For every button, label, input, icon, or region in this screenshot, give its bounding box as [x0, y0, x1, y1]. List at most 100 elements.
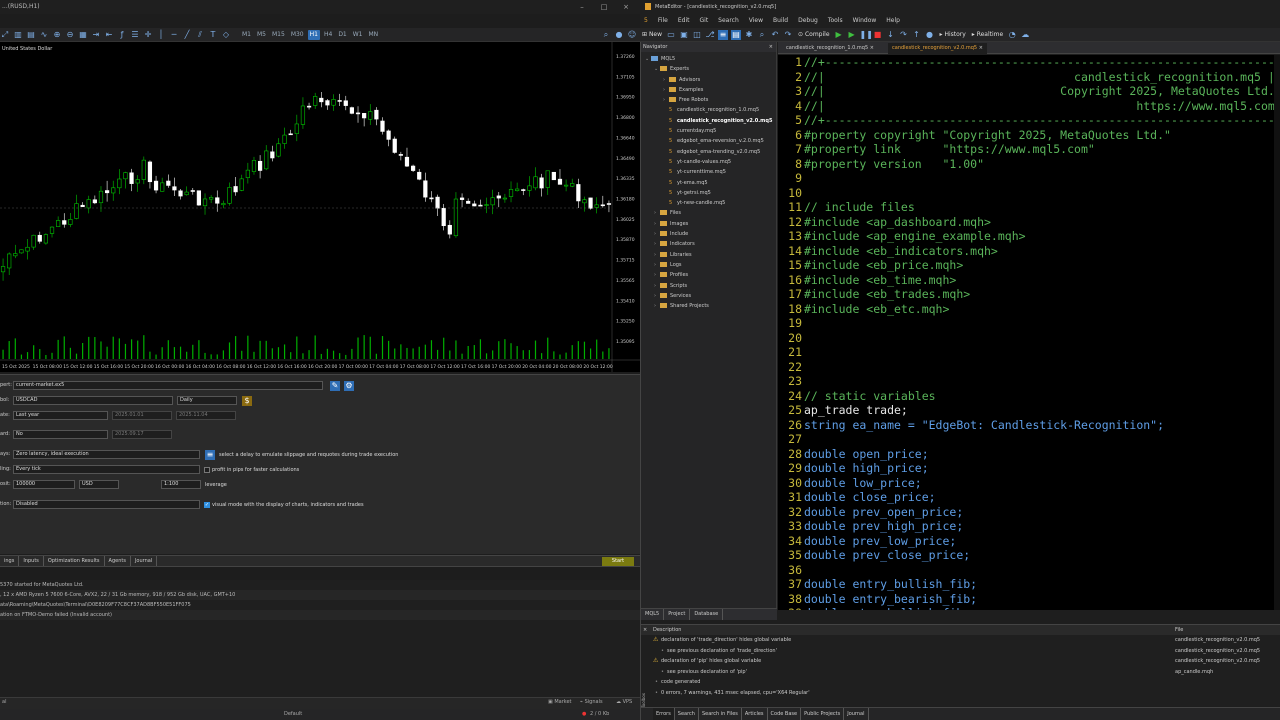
- optimization-select[interactable]: Disabled: [13, 500, 200, 509]
- timeframe-m30[interactable]: M30: [289, 30, 306, 40]
- date-from-field[interactable]: 2025.01.01: [112, 411, 172, 420]
- zoom-in-icon[interactable]: ⊕: [52, 30, 62, 40]
- menu-help[interactable]: Help: [881, 14, 905, 28]
- line-chart-icon[interactable]: ∿: [39, 30, 49, 40]
- navigator-folder[interactable]: › Scripts: [641, 281, 776, 291]
- styler-icon[interactable]: ✱: [744, 30, 754, 40]
- navigator-folder[interactable]: ⌄ Experts: [641, 64, 776, 74]
- file-tab[interactable]: candlestick_recognition_1.0.mq5 ×: [782, 43, 878, 54]
- forward-select[interactable]: No: [13, 430, 108, 439]
- community-icon[interactable]: ☁: [1020, 30, 1030, 40]
- error-row[interactable]: • see previous declaration of 'pip' ap_can…: [641, 667, 1280, 678]
- timeframe-w1[interactable]: W1: [351, 30, 365, 40]
- navigator-file[interactable]: 5 candlestick_recognition_1.0.mq5: [641, 105, 776, 115]
- start-button[interactable]: Start: [602, 557, 634, 566]
- tab-search-in-files[interactable]: Search in Files: [699, 708, 742, 720]
- edit-expert-icon[interactable]: ✎: [330, 381, 340, 391]
- timeframe-h1[interactable]: H1: [307, 29, 320, 40]
- navigator-folder[interactable]: › Indicators: [641, 239, 776, 249]
- navigator-folder[interactable]: › Advisors: [641, 75, 776, 85]
- market-link[interactable]: ▣ Market: [548, 699, 572, 705]
- menu-edit[interactable]: Edit: [673, 14, 695, 28]
- error-row[interactable]: • code generated: [641, 677, 1280, 688]
- menu-tools[interactable]: Tools: [823, 14, 848, 28]
- error-row[interactable]: • 0 errors, 7 warnings, 431 msec elapsed,…: [641, 688, 1280, 699]
- autoscroll-icon[interactable]: ⇥: [91, 30, 101, 40]
- open-icon[interactable]: ▭: [666, 30, 676, 40]
- deposit-field[interactable]: 100000: [13, 480, 75, 489]
- navigator-file[interactable]: 5 candlestick_recognition_v2.0.mq5: [641, 116, 776, 126]
- tab-inputs[interactable]: Inputs: [19, 556, 44, 566]
- templates-icon[interactable]: ☰: [130, 30, 140, 40]
- close-icon[interactable]: ×: [620, 2, 632, 12]
- cursor-icon[interactable]: ⤢: [0, 30, 10, 40]
- error-row[interactable]: ⚠ declaration of 'pip' hides global varia…: [641, 656, 1280, 667]
- timeframe-h4[interactable]: H4: [322, 30, 334, 40]
- timeframe-m5[interactable]: M5: [255, 30, 268, 40]
- tab-journal-editor[interactable]: Journal: [844, 708, 869, 720]
- navigator-folder[interactable]: › Services: [641, 291, 776, 301]
- navigator-folder[interactable]: › Examples: [641, 85, 776, 95]
- currency-select[interactable]: USD: [79, 480, 119, 489]
- crosshair-icon[interactable]: ✛: [143, 30, 153, 40]
- find-icon[interactable]: ⌕: [757, 30, 767, 40]
- menu-file[interactable]: File: [653, 14, 673, 28]
- date-to-field[interactable]: 2025.11.04: [176, 411, 236, 420]
- timeframe-m1[interactable]: M1: [240, 30, 253, 40]
- menu-git[interactable]: Git: [695, 14, 714, 28]
- grid-icon[interactable]: ▦: [78, 30, 88, 40]
- close-navigator-icon[interactable]: ×: [769, 42, 776, 52]
- navigator-file[interactable]: 5 edgebot_ema-reversion_v.2.0.mq5: [641, 136, 776, 146]
- timeframe-m15[interactable]: M15: [270, 30, 287, 40]
- realtime-button[interactable]: ▸ Realtime: [970, 30, 1005, 40]
- menu-search[interactable]: Search: [713, 14, 744, 28]
- channel-icon[interactable]: ⫽: [195, 30, 205, 40]
- menu-view[interactable]: View: [744, 14, 768, 28]
- search-icon[interactable]: ⌕: [601, 30, 611, 40]
- tab-optimization-results[interactable]: Optimization Results: [44, 556, 105, 566]
- vertical-line-icon[interactable]: │: [156, 30, 166, 40]
- toolbox-toggle-icon[interactable]: ▤: [731, 29, 742, 40]
- git-icon[interactable]: ⎇: [705, 30, 715, 40]
- app-menu-icon[interactable]: 5: [640, 14, 653, 28]
- text-tool-icon[interactable]: T: [208, 30, 218, 40]
- navigator-folder[interactable]: › Include: [641, 229, 776, 239]
- delays-select[interactable]: Zero latency, ideal execution: [13, 450, 200, 459]
- price-chart[interactable]: 1.37260 1.37105 1.36950 1.36800 1.36640 1.364…: [0, 42, 640, 372]
- symbol-settings-icon[interactable]: $: [242, 396, 252, 406]
- step-over-icon[interactable]: ↷: [899, 30, 909, 40]
- navigator-file[interactable]: 5 yt-ema.mq5: [641, 178, 776, 188]
- leverage-select[interactable]: 1:100: [161, 480, 201, 489]
- account-icon[interactable]: ☺: [627, 30, 637, 40]
- trendline-icon[interactable]: ╱: [182, 30, 192, 40]
- navigator-folder[interactable]: ⌄ MQL5: [641, 54, 776, 64]
- menu-window[interactable]: Window: [848, 14, 882, 28]
- tab-search[interactable]: Search: [675, 708, 699, 720]
- profile-icon[interactable]: ◔: [1007, 30, 1017, 40]
- navigator-folder[interactable]: › Libraries: [641, 250, 776, 260]
- close-tab-icon[interactable]: ×: [870, 45, 874, 51]
- compile-button[interactable]: ⊙ Compile: [796, 30, 831, 40]
- chart-shift-icon[interactable]: ⇤: [104, 30, 114, 40]
- indicators-icon[interactable]: ƒ: [117, 30, 127, 40]
- delay-settings-icon[interactable]: ≡: [205, 450, 215, 460]
- step-out-icon[interactable]: ↑: [912, 30, 922, 40]
- tab-settings[interactable]: ings: [0, 556, 20, 566]
- expert-properties-icon[interactable]: ⚙: [344, 381, 354, 391]
- menu-debug[interactable]: Debug: [793, 14, 823, 28]
- tab-agents[interactable]: Agents: [105, 556, 131, 566]
- error-row[interactable]: ⚠ declaration of 'trade_direction' hides …: [641, 635, 1280, 646]
- error-row[interactable]: • see previous declaration of 'trade_dire…: [641, 646, 1280, 657]
- navigator-file[interactable]: 5 currentday.mq5: [641, 126, 776, 136]
- navigator-file[interactable]: 5 yt-getrsi.mq5: [641, 188, 776, 198]
- redo-icon[interactable]: ↷: [783, 30, 793, 40]
- tab-journal[interactable]: Journal: [131, 556, 158, 566]
- navigator-toggle-icon[interactable]: ≡: [718, 29, 729, 40]
- start-debug-icon[interactable]: ▶: [834, 30, 844, 40]
- tab-database[interactable]: Database: [690, 609, 724, 620]
- zoom-out-icon[interactable]: ⊖: [65, 30, 75, 40]
- period-select[interactable]: Daily: [177, 396, 237, 405]
- expert-select[interactable]: current-market.ex5: [13, 381, 323, 390]
- navigator-folder[interactable]: › Free Robots: [641, 95, 776, 105]
- code-scrollbar[interactable]: [1274, 55, 1280, 610]
